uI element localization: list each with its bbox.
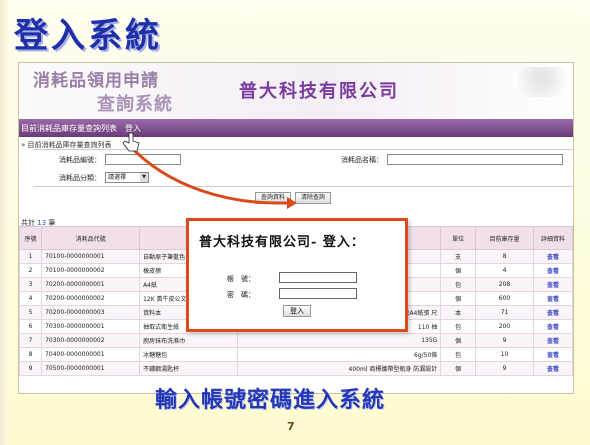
login-dialog-title: 普大科技有限公司- 登入： — [199, 235, 365, 250]
login-button[interactable]: 登入 — [283, 305, 311, 317]
hand-cursor-icon — [122, 132, 140, 152]
account-input[interactable] — [279, 272, 357, 283]
slide-caption: 輸入帳號密碼進入系統 — [155, 388, 386, 413]
arrow-head-icon — [287, 197, 297, 209]
arrow-line — [127, 143, 287, 205]
page-number: 7 — [287, 420, 295, 433]
slide-left-border — [0, 0, 8, 445]
slide-title: 登入系統 — [14, 16, 162, 56]
password-label: 密 碼： — [227, 291, 255, 299]
account-label: 帳 號： — [227, 275, 255, 283]
password-input[interactable] — [279, 288, 357, 299]
login-dialog: 普大科技有限公司- 登入： 帳 號： 密 碼： 登入 — [186, 218, 408, 332]
